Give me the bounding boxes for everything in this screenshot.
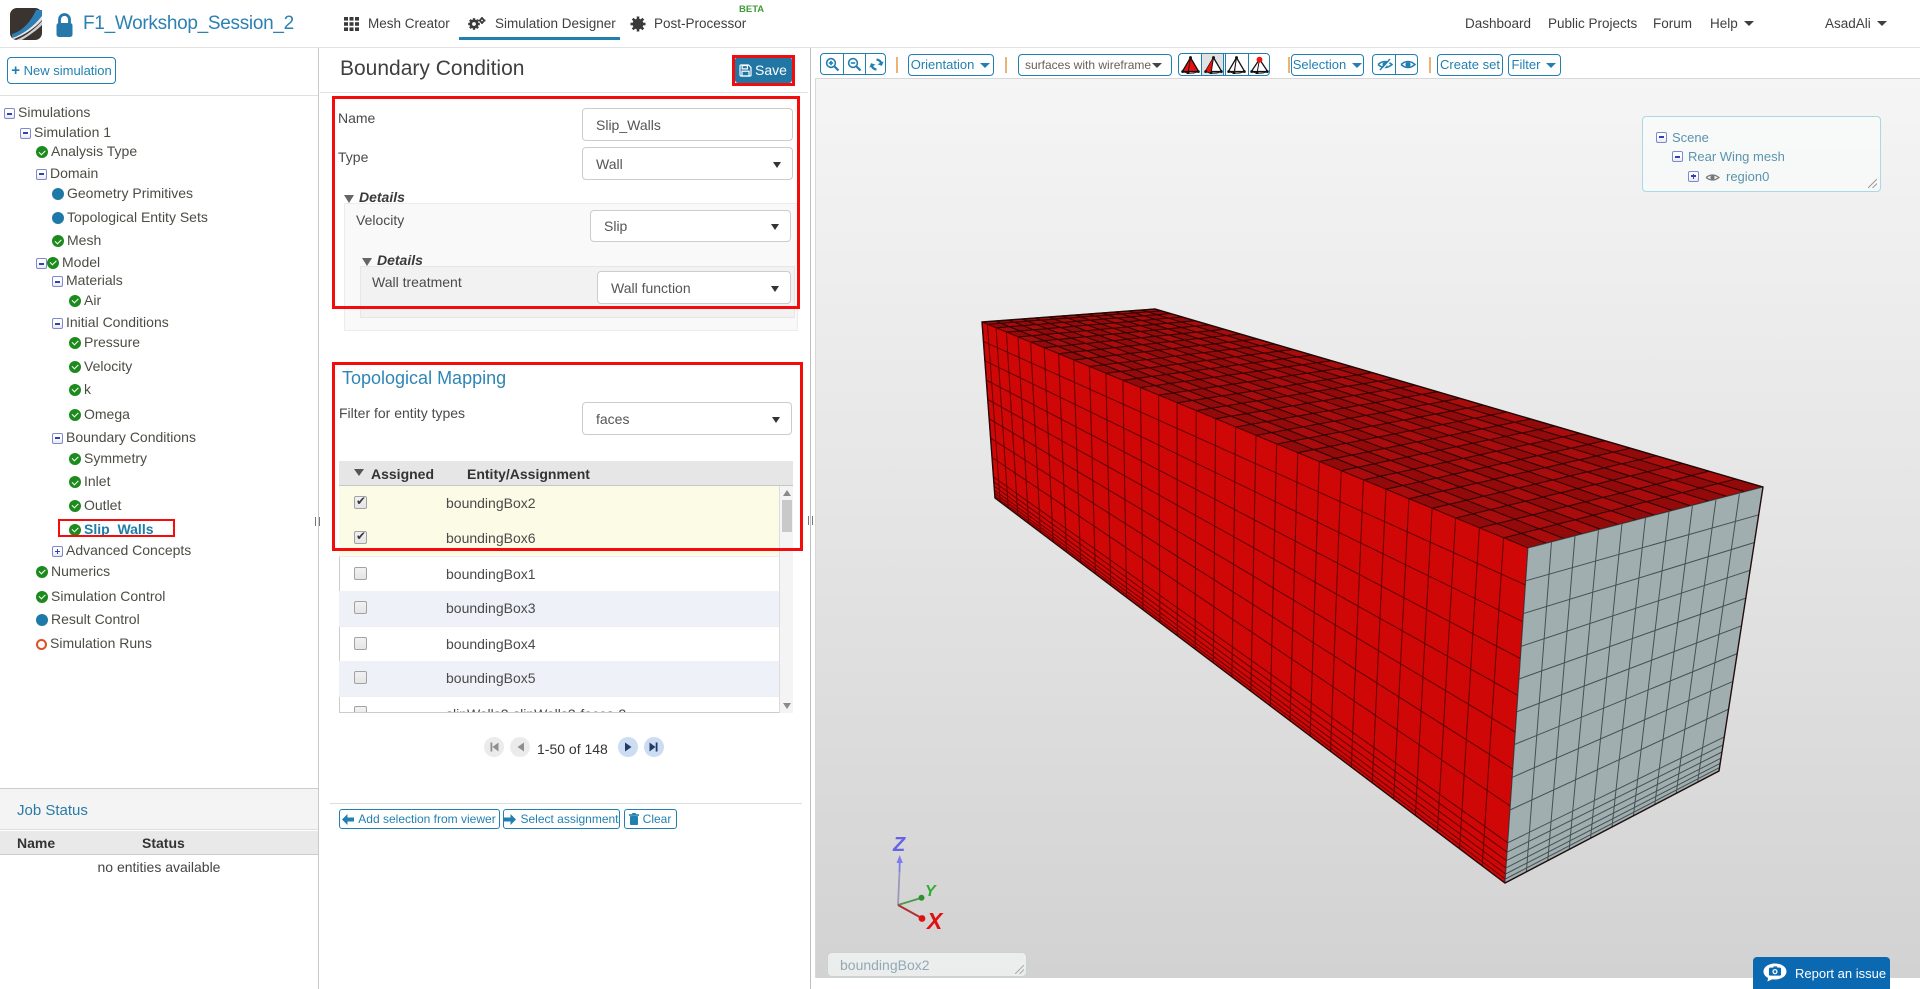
svg-text:Y: Y: [925, 883, 937, 900]
svg-text:Z: Z: [892, 834, 906, 856]
svg-text:X: X: [925, 908, 944, 934]
